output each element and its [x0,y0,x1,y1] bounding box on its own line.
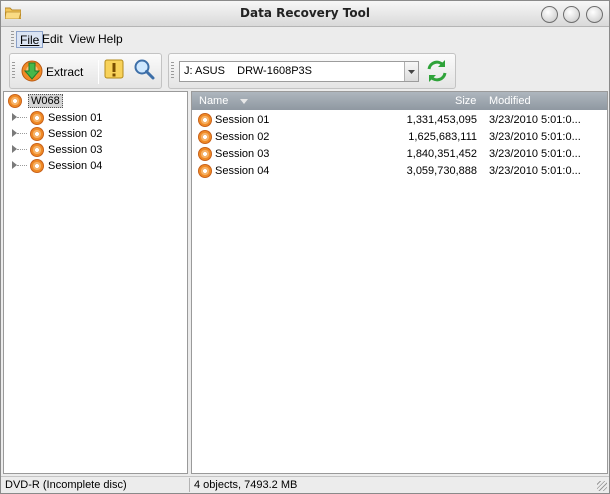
disc-icon [198,164,212,178]
drive-select[interactable]: J: ASUS DRW-1608P3S [179,61,419,82]
window-title: Data Recovery Tool [240,6,370,20]
cell-modified: 3/23/2010 5:01:0... [489,114,581,126]
tree-item-session-04[interactable]: Session 04 [12,158,182,174]
drive-toolbar-grip[interactable] [171,62,174,79]
column-header-modified[interactable]: Modified [489,95,531,107]
sort-descending-icon [240,99,248,104]
drive-select-value: J: ASUS DRW-1608P3S [184,65,312,77]
chevron-down-icon[interactable] [404,62,418,81]
menu-help[interactable]: Help [95,31,126,48]
list-row[interactable]: Session 03 1,840,351,452 3/23/2010 5:01:… [196,146,604,163]
tree-connector [17,165,27,166]
cell-modified: 3/23/2010 5:01:0... [489,165,581,177]
tree-connector [17,117,27,118]
app-window: Data Recovery Tool File Edit View Help E… [0,0,610,494]
cell-name: Session 04 [215,165,270,177]
cell-name: Session 03 [215,148,270,160]
tree-item-session-02[interactable]: Session 02 [12,126,182,142]
disc-icon [30,159,44,173]
disc-icon [198,113,212,127]
minimize-button[interactable] [541,6,558,23]
refresh-button[interactable] [425,58,449,85]
info-button[interactable] [102,58,128,85]
tree-item-label: Session 03 [48,144,103,156]
list-row[interactable]: Session 02 1,625,683,111 3/23/2010 5:01:… [196,129,604,146]
disc-icon [198,147,212,161]
search-button[interactable] [132,58,158,85]
disc-icon [30,143,44,157]
toolbar-separator [98,60,99,84]
drive-toolbar: J: ASUS DRW-1608P3S [168,53,456,89]
maximize-button[interactable] [563,6,580,23]
tree-item-session-03[interactable]: Session 03 [12,142,182,158]
disc-icon [8,94,22,108]
tree-root-label[interactable]: W068 [28,94,63,108]
magnifier-icon [134,59,155,80]
disc-icon [30,111,44,125]
list-header: Name Size Modified [192,92,607,110]
file-list[interactable]: Name Size Modified Session 01 1,331,453,… [191,91,608,474]
menu-bar: File Edit View Help [11,28,491,50]
extract-button[interactable]: Extract [20,58,98,85]
extract-disc-icon [21,60,43,82]
status-disc-type: DVD-R (Incomplete disc) [5,479,127,491]
status-bar: DVD-R (Incomplete disc) 4 objects, 7493.… [1,476,609,493]
title-bar: Data Recovery Tool [1,1,609,27]
resize-grip[interactable] [597,481,607,491]
list-row[interactable]: Session 01 1,331,453,095 3/23/2010 5:01:… [196,112,604,129]
close-button[interactable] [586,6,603,23]
toolbar-grip[interactable] [12,62,15,79]
refresh-icon [427,60,447,82]
cell-size: 1,840,351,452 [406,148,477,160]
column-header-size[interactable]: Size [455,95,476,107]
column-header-name[interactable]: Name [199,95,228,107]
folder-tree[interactable]: W068 Session 01 Session 02 Session 03 Se… [3,91,188,474]
tree-connector [17,149,27,150]
disc-icon [198,130,212,144]
status-divider [189,478,190,492]
cell-modified: 3/23/2010 5:01:0... [489,131,581,143]
cell-size: 1,331,453,095 [406,114,477,126]
cell-size: 1,625,683,111 [408,131,477,143]
menu-view[interactable]: View [66,31,98,48]
menu-edit[interactable]: Edit [39,31,66,48]
tree-item-session-01[interactable]: Session 01 [12,110,182,126]
tree-item-label: Session 02 [48,128,103,140]
info-icon [104,59,124,79]
cell-size: 3,059,730,888 [406,165,477,177]
disc-icon [30,127,44,141]
tree-connector [17,133,27,134]
tree-item-label: Session 04 [48,160,103,172]
list-row[interactable]: Session 04 3,059,730,888 3/23/2010 5:01:… [196,163,604,180]
main-toolbar: Extract [9,53,162,89]
cell-modified: 3/23/2010 5:01:0... [489,148,581,160]
menubar-grip[interactable] [11,31,14,48]
cell-name: Session 01 [215,114,270,126]
status-summary: 4 objects, 7493.2 MB [194,479,298,491]
extract-label: Extract [46,65,84,79]
cell-name: Session 02 [215,131,270,143]
tree-item-label: Session 01 [48,112,103,124]
